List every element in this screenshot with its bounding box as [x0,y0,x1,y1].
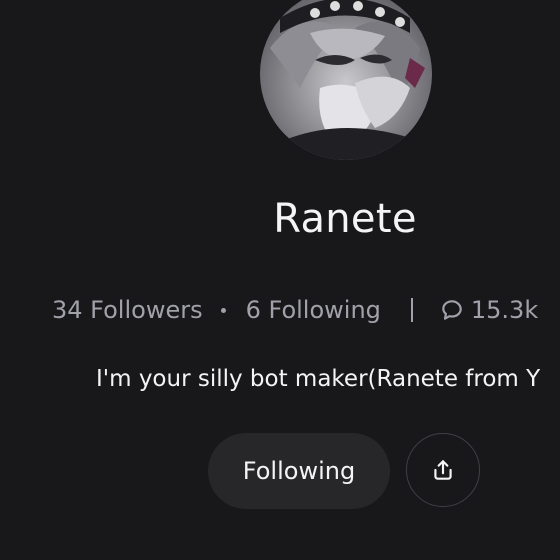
profile-name: Ranete [273,196,417,242]
bar-separator [410,298,413,322]
followers-count[interactable]: 34 Followers [52,296,203,324]
avatar-image [260,0,432,160]
following-button[interactable]: Following [208,433,390,509]
stats-row: 34 Followers 6 Following 15.3k [52,292,538,328]
share-icon [430,457,456,483]
share-button[interactable] [406,433,480,507]
profile-bio: I'm your silly bot maker(Ranete from Y [96,366,541,392]
chat-count: 15.3k [470,296,539,324]
avatar [260,0,432,160]
chat-bubble-icon [439,297,465,323]
dot-separator [220,307,226,313]
following-count[interactable]: 6 Following [246,296,381,324]
